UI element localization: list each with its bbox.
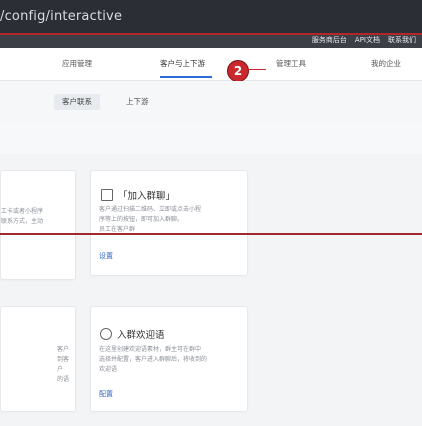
annotation-line-middle (0, 233, 422, 235)
nav-item-app-management[interactable]: 应用管理 (62, 58, 92, 69)
url-text[interactable]: /config/interactive (0, 9, 122, 24)
card-left-bottom: 客户 到客户 的语 (0, 306, 76, 412)
card-left-top-desc: 工卡或者小程序 联系方式，主动 (1, 208, 44, 225)
card-join-group-desc: 客户通过扫描二维码、立即或点击小程 序等上的按钮，即可加入群聊。 员工在客户群 (99, 206, 202, 233)
tab-customer-contact[interactable]: 客户联系 (54, 94, 100, 110)
top-link-contact[interactable]: 联系我们 (388, 35, 416, 45)
top-navigation: 服务商后台 API文档 联系我们 (0, 34, 422, 48)
tab-upstream[interactable]: 上下游 (118, 94, 157, 110)
browser-address-bar[interactable]: /config/interactive (0, 0, 422, 34)
chat-bubble-icon (100, 328, 112, 340)
annotation-line-top (0, 33, 422, 35)
main-navigation: 应用管理 客户与上下游 管理工具 我的企业 (0, 48, 422, 81)
card-left-bottom-desc: 客户 到客户 的语 (57, 346, 70, 383)
card-welcome-message-desc: 在这里创建欢迎语素材，群主可在群中 选择并配置，客户进入群聊后，将收到的 欢迎语 (99, 346, 208, 373)
top-link-service[interactable]: 服务商后台 (312, 35, 347, 45)
nav-item-customers[interactable]: 客户与上下游 (160, 58, 205, 69)
nav-item-tools[interactable]: 管理工具 (276, 58, 306, 69)
card-welcome-message-title: 入群欢迎语 (117, 330, 165, 341)
nav-item-my-enterprise[interactable]: 我的企业 (371, 58, 401, 69)
welcome-message-config-link[interactable]: 配置 (99, 389, 113, 399)
sub-navigation: 客户联系 上下游 (0, 81, 422, 123)
card-left-top: 工卡或者小程序 联系方式，主动 (0, 170, 76, 280)
card-join-group-title: 「加入群聊」 (118, 191, 176, 202)
callout-badge: 2 (227, 60, 249, 82)
card-join-group[interactable]: 「加入群聊」 客户通过扫描二维码、立即或点击小程 序等上的按钮，即可加入群聊。 … (90, 170, 248, 276)
active-nav-underline (160, 76, 212, 78)
top-links: 服务商后台 API文档 联系我们 (312, 35, 416, 45)
callout-connector (246, 69, 266, 70)
join-group-setup-link[interactable]: 设置 (99, 251, 113, 261)
top-link-api[interactable]: API文档 (355, 35, 380, 45)
card-welcome-message[interactable]: 入群欢迎语 在这里创建欢迎语素材，群主可在群中 选择并配置，客户进入群聊后，将收… (90, 306, 248, 412)
qr-code-icon (101, 189, 113, 201)
